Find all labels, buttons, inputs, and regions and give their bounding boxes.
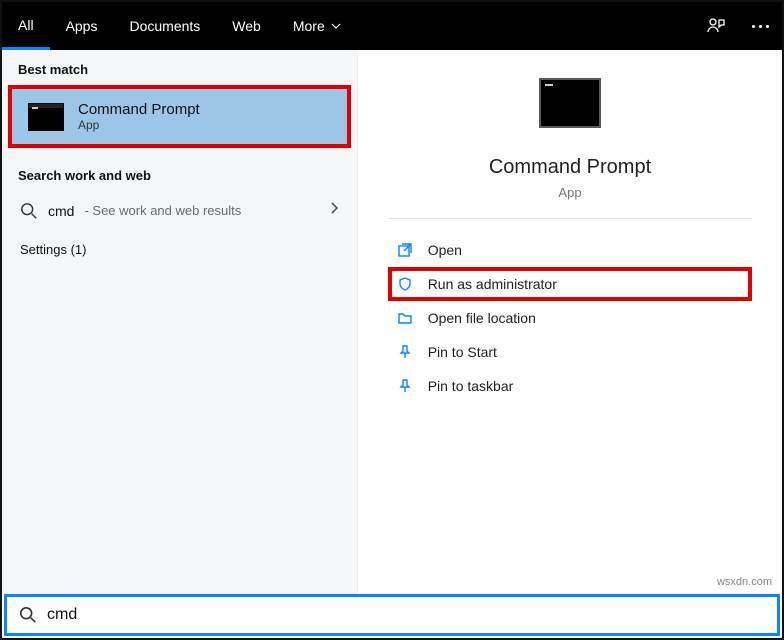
- main-content: Best match Command Prompt App Search wor…: [2, 50, 782, 596]
- open-icon: [396, 241, 414, 259]
- search-icon: [20, 202, 38, 220]
- preview-app-icon: [539, 78, 601, 128]
- feedback-icon[interactable]: [694, 2, 738, 50]
- action-open-file-location[interactable]: Open file location: [388, 301, 753, 335]
- pin-icon: [396, 343, 414, 361]
- best-match-result[interactable]: Command Prompt App: [8, 85, 351, 148]
- pin-icon: [396, 377, 414, 395]
- search-bar[interactable]: [4, 594, 780, 636]
- preview-subtitle: App: [558, 185, 581, 200]
- best-match-title: Command Prompt: [78, 101, 200, 118]
- action-pin-to-start[interactable]: Pin to Start: [388, 335, 753, 369]
- window-frame: All Apps Documents Web More Best match C…: [0, 0, 784, 640]
- action-pin-to-taskbar[interactable]: Pin to taskbar: [388, 369, 753, 403]
- chevron-down-icon: [331, 21, 341, 31]
- search-web-term: cmd: [48, 203, 74, 219]
- results-pane: Best match Command Prompt App Search wor…: [2, 50, 358, 596]
- action-list: Open Run as administrator Open file loca…: [388, 233, 753, 403]
- action-open[interactable]: Open: [388, 233, 753, 267]
- search-web-item[interactable]: cmd - See work and web results: [2, 191, 357, 230]
- tab-documents[interactable]: Documents: [113, 2, 216, 50]
- tab-more-label: More: [293, 18, 325, 34]
- chevron-right-icon: [329, 201, 339, 220]
- more-options-icon[interactable]: [738, 2, 782, 50]
- best-match-heading: Best match: [2, 50, 357, 85]
- watermark: wsxdn.com: [717, 576, 772, 588]
- folder-icon: [396, 309, 414, 327]
- action-label: Run as administrator: [428, 276, 557, 292]
- search-web-hint: - See work and web results: [84, 203, 241, 218]
- tab-all[interactable]: All: [2, 2, 50, 50]
- action-label: Open: [428, 242, 462, 258]
- search-web-heading: Search work and web: [2, 156, 357, 191]
- command-prompt-icon: [28, 103, 64, 131]
- tab-apps[interactable]: Apps: [50, 2, 114, 50]
- search-input[interactable]: [47, 606, 765, 624]
- tab-web[interactable]: Web: [216, 2, 277, 50]
- divider: [388, 218, 753, 219]
- action-label: Pin to Start: [428, 344, 497, 360]
- action-label: Open file location: [428, 310, 536, 326]
- filter-tab-bar: All Apps Documents Web More: [2, 2, 782, 50]
- action-run-as-administrator[interactable]: Run as administrator: [388, 267, 753, 301]
- preview-title: Command Prompt: [489, 156, 651, 179]
- preview-pane: Command Prompt App Open Run as administr…: [358, 50, 782, 596]
- search-icon: [19, 606, 37, 624]
- best-match-text: Command Prompt App: [78, 101, 200, 132]
- best-match-subtitle: App: [78, 118, 200, 132]
- tab-more[interactable]: More: [277, 2, 357, 50]
- shield-icon: [396, 275, 414, 293]
- settings-heading[interactable]: Settings (1): [2, 230, 357, 269]
- action-label: Pin to taskbar: [428, 378, 514, 394]
